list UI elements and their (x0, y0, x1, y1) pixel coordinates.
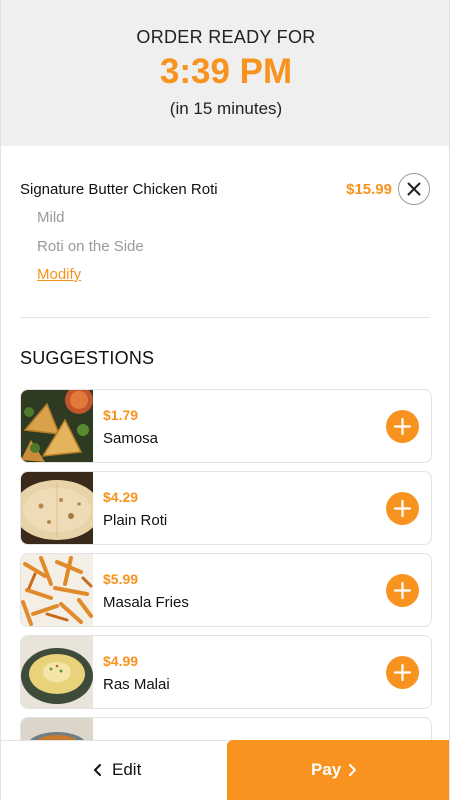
suggestion-name: Plain Roti (103, 512, 168, 529)
order-ready-header: ORDER READY FOR 3:39 PM (in 15 minutes) (1, 0, 449, 146)
edit-label: Edit (112, 760, 142, 779)
remove-item-button[interactable] (398, 173, 430, 205)
plus-icon (393, 663, 412, 682)
suggestion-price: $1.79 (103, 407, 139, 423)
ras-malai-image (21, 636, 93, 708)
suggestion-card[interactable]: $1.79 Samosa (20, 389, 432, 463)
suggestion-card[interactable]: $5.99 Masala Fries (20, 553, 432, 627)
ready-eta: (in 15 minutes) (169, 99, 283, 118)
chevron-right-icon (349, 764, 356, 776)
samosa-image (21, 390, 93, 462)
ready-time: 3:39 PM (159, 52, 293, 91)
order-summary-screen: ORDER READY FOR 3:39 PM (in 15 minutes) … (0, 0, 450, 800)
pay-label: Pay (311, 760, 342, 779)
suggestion-name: Masala Fries (103, 594, 189, 611)
order-item-name: Signature Butter Chicken Roti (20, 181, 218, 198)
add-suggestion-button[interactable] (386, 656, 419, 689)
suggestion-price: $4.99 (103, 653, 139, 669)
plus-icon (393, 581, 412, 600)
edit-button[interactable]: Edit (1, 741, 227, 800)
plain-roti-image (21, 472, 93, 544)
add-suggestion-button[interactable] (386, 492, 419, 525)
masala-fries-image (21, 554, 93, 626)
order-item-price: $15.99 (346, 181, 392, 198)
chevron-left-icon (94, 764, 101, 776)
add-suggestion-button[interactable] (386, 410, 419, 443)
plus-icon (393, 417, 412, 436)
plus-icon (393, 499, 412, 518)
suggestions-heading: SUGGESTIONS (20, 348, 155, 368)
suggestion-card[interactable]: $4.99 Ras Malai (20, 635, 432, 709)
modify-link[interactable]: Modify (37, 266, 81, 283)
add-suggestion-button[interactable] (386, 574, 419, 607)
order-item-modifier: Mild (37, 209, 65, 226)
order-item: Signature Butter Chicken Roti $15.99 (20, 173, 430, 205)
pay-button[interactable]: Pay (227, 740, 449, 800)
order-ready-label: ORDER READY FOR (136, 27, 316, 47)
suggestion-price: $4.29 (103, 489, 139, 505)
bottom-action-bar: Edit Pay (1, 740, 449, 800)
suggestion-price: $5.99 (103, 571, 139, 587)
divider (20, 317, 430, 318)
close-icon (407, 182, 421, 196)
suggestion-name: Samosa (103, 430, 159, 447)
suggestion-card[interactable]: $4.29 Plain Roti (20, 471, 432, 545)
suggestion-name: Ras Malai (103, 676, 170, 693)
order-item-modifier: Roti on the Side (37, 238, 144, 255)
